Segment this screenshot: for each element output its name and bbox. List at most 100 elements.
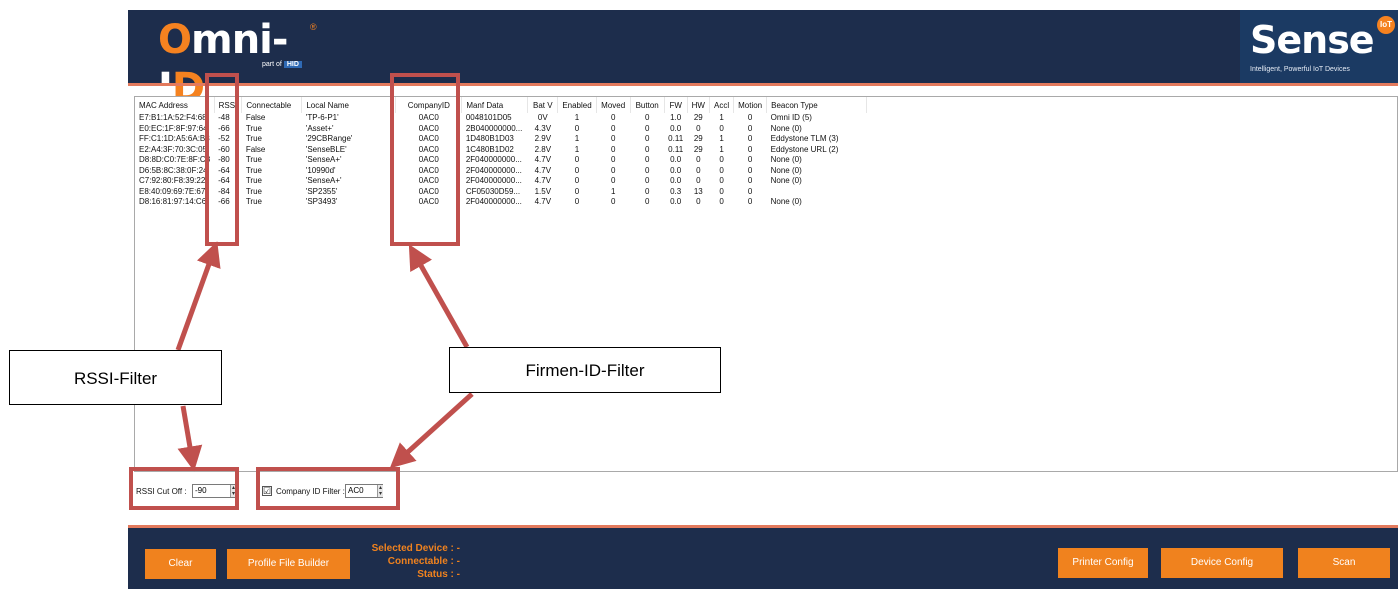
table-cell: 1.0 xyxy=(670,113,682,122)
table-row[interactable]: E0:EC:1F:8F:97:64 -66 True 'Asset+' 0AC0 2B04… xyxy=(135,124,867,135)
table-cell: 4.7V xyxy=(534,165,552,175)
rssi-column-highlight xyxy=(205,73,239,246)
table-cell: 0V xyxy=(537,113,548,122)
table-body: E7:B1:1A:52:F4:68 -48 False 'TP-6-P1' 0AC0 00… xyxy=(135,113,867,208)
header-bar: Omni-ID ® part of HID Sense IoT Intellige… xyxy=(128,10,1398,111)
table-cell: 2F040000000... xyxy=(465,165,522,175)
table-cell: 0.0 xyxy=(670,123,682,133)
table-row[interactable]: E2:A4:3F:70:3C:05 -60 False 'SenseBLE' 0AC0 1… xyxy=(135,145,867,156)
table-cell: None (0) xyxy=(770,197,802,206)
table-cell: '29CBRange' xyxy=(305,134,353,143)
table-cell: 0 xyxy=(574,165,580,175)
table-cell: D6:5B:8C:38:0F:24 xyxy=(139,165,208,175)
part-of-text: part of xyxy=(262,61,282,68)
table-cell: 2.9V xyxy=(534,134,552,143)
table-cell: 0 xyxy=(719,155,724,164)
column-header[interactable]: Beacon Type xyxy=(766,97,868,113)
table-cell: True xyxy=(245,186,262,196)
table-cell: True xyxy=(245,197,262,206)
column-header[interactable]: Moved xyxy=(596,97,631,113)
table-cell: 1.5V xyxy=(534,186,552,196)
table-cell: '10990d' xyxy=(305,165,336,175)
table-cell: E8:40:09:69:7E:67 xyxy=(139,186,206,196)
rssi-filter-callout: RSSI-Filter xyxy=(9,350,222,405)
table-cell: 0 xyxy=(747,155,753,164)
table-cell: 0.0 xyxy=(670,155,682,164)
table-cell: 4.7V xyxy=(534,197,552,206)
column-header[interactable]: Local Name xyxy=(301,97,397,113)
table-cell: 0 xyxy=(747,165,753,175)
table-cell: 0.3 xyxy=(670,186,682,196)
table-cell: 0 xyxy=(610,155,616,164)
table-cell: 0 xyxy=(747,134,753,143)
clear-button[interactable]: Clear xyxy=(145,549,216,579)
column-header[interactable]: MAC Address xyxy=(135,97,215,113)
table-cell: Eddystone TLM (3) xyxy=(770,134,839,143)
table-cell: None (0) xyxy=(770,176,802,185)
iot-badge: IoT xyxy=(1377,16,1395,34)
column-header[interactable]: HW xyxy=(687,97,710,113)
column-header[interactable]: Connectable xyxy=(241,97,303,113)
table-cell: 0 xyxy=(644,186,650,196)
table-cell: CF05030D59... xyxy=(465,186,521,196)
registered-mark: ® xyxy=(310,22,317,32)
sense-logo: Sense IoT Intelligent, Powerful IoT Devi… xyxy=(1240,10,1398,83)
table-cell: True xyxy=(245,176,262,185)
table-cell: E7:B1:1A:52:F4:68 xyxy=(139,113,207,122)
column-header[interactable]: Button xyxy=(630,97,665,113)
table-row[interactable]: E8:40:09:69:7E:67 -84 True 'SP2355' 0AC0 CF05… xyxy=(135,187,867,198)
column-header[interactable]: Bat V xyxy=(527,97,559,113)
table-cell: None (0) xyxy=(770,165,802,175)
table-cell: D8:8D:C0:7E:8F:C8 xyxy=(139,155,211,164)
column-header[interactable]: Motion xyxy=(733,97,768,113)
scan-button[interactable]: Scan xyxy=(1298,548,1390,578)
table-cell: 0.0 xyxy=(670,197,682,206)
table-cell: None (0) xyxy=(770,123,802,133)
table-cell: 0 xyxy=(610,134,616,143)
device-config-button[interactable]: Device Config xyxy=(1161,548,1283,578)
table-cell: 0 xyxy=(644,113,650,122)
table-cell: 0 xyxy=(644,165,650,175)
table-row[interactable]: E7:B1:1A:52:F4:68 -48 False 'TP-6-P1' 0AC0 00… xyxy=(135,113,867,124)
printer-config-button[interactable]: Printer Config xyxy=(1058,548,1148,578)
table-row[interactable]: FF:C1:1D:A5:6A:B8 -52 True '29CBRange' 0AC0 1… xyxy=(135,134,867,145)
header-accent-line xyxy=(128,83,1398,86)
table-cell: 0 xyxy=(574,155,580,164)
column-header[interactable]: FW xyxy=(664,97,688,113)
hid-badge: HID xyxy=(283,61,302,68)
table-cell: 0 xyxy=(696,165,701,175)
table-cell: 0 xyxy=(719,197,724,206)
table-cell: 0 xyxy=(574,197,580,206)
sense-tagline: Intelligent, Powerful IoT Devices xyxy=(1250,66,1350,73)
table-cell: 0 xyxy=(644,144,650,154)
table-cell: 1D480B1D03 xyxy=(465,134,514,143)
table-cell: 0.0 xyxy=(670,176,682,185)
table-cell: 13 xyxy=(693,186,703,196)
table-cell: 0 xyxy=(574,186,580,196)
table-row[interactable]: D8:16:81:97:14:C6 -66 True 'SP3493' 0AC0 2F04… xyxy=(135,197,867,208)
table-cell: 0 xyxy=(610,176,616,185)
table-row[interactable]: C7:92:80:F8:39:22 -64 True 'SenseA+' 0AC0 2F0… xyxy=(135,176,867,187)
table-cell: 0 xyxy=(696,197,701,206)
selected-device-status: Selected Device : - xyxy=(371,543,460,554)
table-row[interactable]: D8:8D:C0:7E:8F:C8 -80 True 'SenseA+' 0AC0 2F0… xyxy=(135,155,867,166)
table-cell: 0 xyxy=(644,155,650,164)
column-header[interactable]: Manf Data xyxy=(461,97,529,113)
table-cell: 0 xyxy=(719,165,724,175)
table-cell: 0 xyxy=(696,176,701,185)
table-cell: 1 xyxy=(574,144,580,154)
table-cell: 1 xyxy=(574,113,580,122)
table-cell: 0 xyxy=(610,113,616,122)
table-cell: 0048101D05 xyxy=(465,113,512,122)
omni-id-wordmark-o: O xyxy=(158,17,192,63)
device-list[interactable]: MAC Address RSSI Connectable Local Name … xyxy=(134,96,1398,472)
table-row[interactable]: D6:5B:8C:38:0F:24 -64 True '10990d' 0AC0 2F04… xyxy=(135,166,867,177)
column-header[interactable]: Accl xyxy=(709,97,735,113)
table-cell: E2:A4:3F:70:3C:05 xyxy=(139,144,208,154)
column-header[interactable]: Enabled xyxy=(557,97,597,113)
table-cell: True xyxy=(245,134,262,143)
table-cell: 0 xyxy=(747,176,753,185)
table-cell: False xyxy=(245,144,266,154)
companyid-column-highlight xyxy=(390,73,460,246)
table-cell: 0.11 xyxy=(668,144,684,154)
